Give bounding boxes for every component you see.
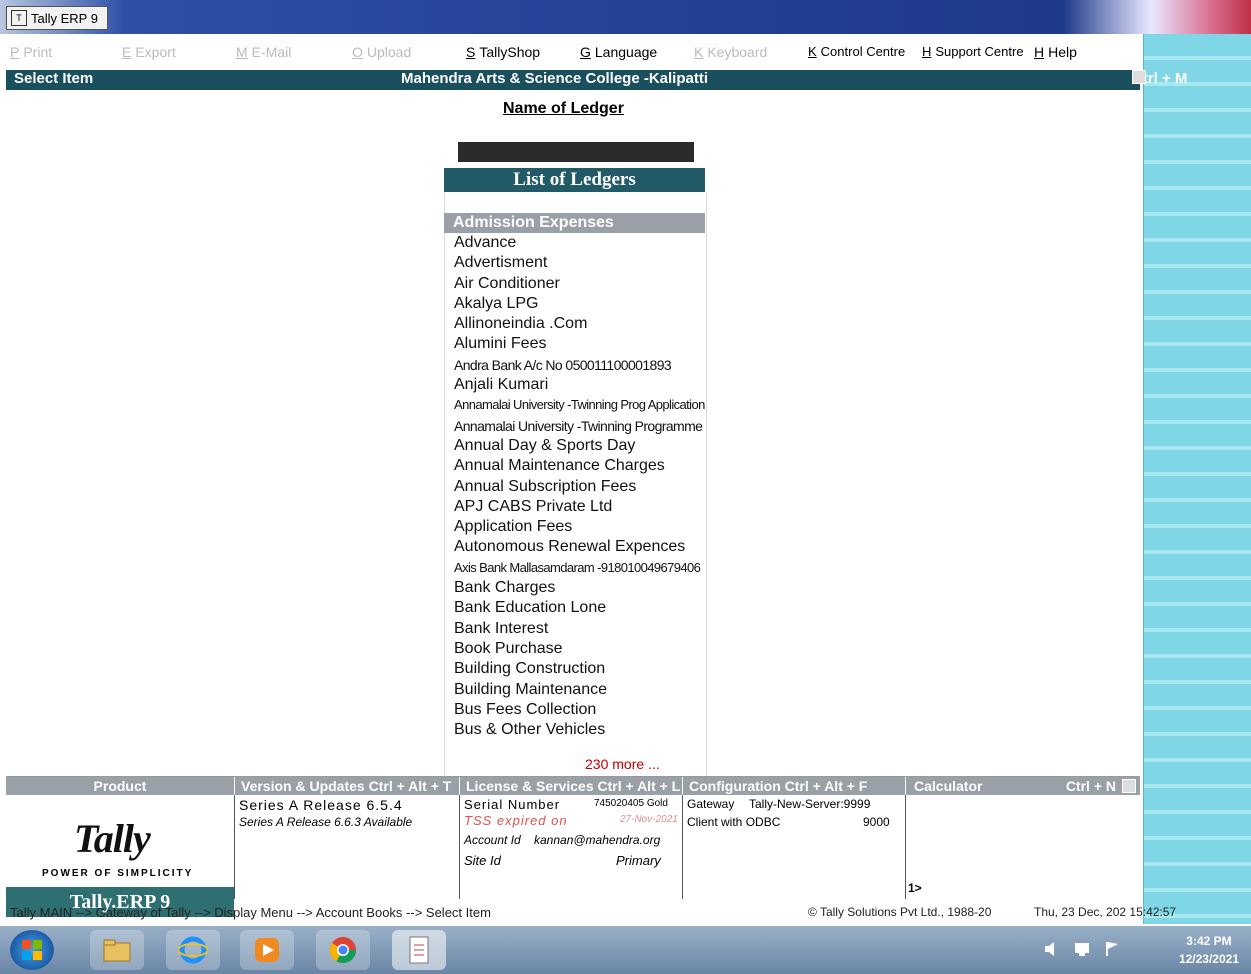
list-item[interactable]: Anjali Kumari xyxy=(454,375,705,395)
copyright-text: © Tally Solutions Pvt Ltd., 1988-20 xyxy=(808,905,992,919)
odbc-value: 9000 xyxy=(863,815,890,829)
list-item[interactable]: Bank Charges xyxy=(454,578,705,598)
calculator-section[interactable]: 1> xyxy=(906,795,1140,899)
available-release[interactable]: Series A Release 6.6.3 Available xyxy=(239,815,412,829)
list-item[interactable]: Annual Subscription Fees xyxy=(454,477,705,497)
window-title-text: Tally ERP 9 xyxy=(31,10,98,26)
file-explorer-icon[interactable] xyxy=(90,930,144,970)
breadcrumb: Tally MAIN --> Gateway of Tally --> Disp… xyxy=(10,905,491,920)
top-menu-bar: P Print E Export M E-Mail O Upload S TallySho… xyxy=(0,38,1140,68)
menu-help[interactable]: H Help xyxy=(1034,44,1077,60)
list-item[interactable]: Allinoneindia .Com xyxy=(454,314,705,334)
minimize-icon[interactable] xyxy=(1132,70,1146,84)
tally-tagline: POWER OF SIMPLICITY xyxy=(42,868,194,879)
tss-label: TSS expired on xyxy=(464,813,568,828)
menu-email[interactable]: M E-Mail xyxy=(236,44,291,60)
media-player-icon[interactable] xyxy=(240,930,294,970)
ledger-list-selected-item[interactable]: Admission Expenses xyxy=(444,213,705,233)
window-title: T Tally ERP 9 xyxy=(6,6,108,30)
minimize-icon[interactable] xyxy=(1122,779,1136,793)
taskbar-clock[interactable]: 3:42 PM 12/23/2021 xyxy=(1179,932,1239,968)
list-item[interactable]: Building Maintenance xyxy=(454,680,705,700)
info-panel: Product Tally POWER OF SIMPLICITY Tally.… xyxy=(6,776,1140,917)
license-header[interactable]: License & Services Ctrl + Alt + L xyxy=(460,777,682,795)
taskbar-time: 3:42 PM xyxy=(1186,934,1232,948)
list-item[interactable]: Advance xyxy=(454,233,705,253)
ledger-field-label: Name of Ledger xyxy=(503,100,624,117)
list-item[interactable]: APJ CABS Private Ltd xyxy=(454,497,705,517)
more-items-link[interactable]: 230 more ... xyxy=(585,756,660,772)
list-item[interactable]: Autonomous Renewal Expences xyxy=(454,537,705,557)
menu-print[interactable]: P Print xyxy=(10,44,52,60)
list-item[interactable]: Application Fees xyxy=(454,517,705,537)
menu-export[interactable]: E Export xyxy=(122,44,176,60)
company-name: Mahendra Arts & Science College -Kalipat… xyxy=(401,70,709,87)
gateway-value: Tally-New-Server:9999 xyxy=(749,797,871,811)
status-bar: Tally MAIN --> Gateway of Tally --> Disp… xyxy=(0,902,1251,924)
tally-logo: Tally xyxy=(74,816,151,861)
site-label: Site Id xyxy=(464,853,501,868)
chrome-icon[interactable] xyxy=(316,930,370,970)
account-value: kannan@mahendra.org xyxy=(534,833,661,847)
list-item[interactable]: Annual Day & Sports Day xyxy=(454,436,705,456)
serial-value: 745020405 Gold xyxy=(594,798,668,809)
product-section: Tally POWER OF SIMPLICITY Tally.ERP 9 xyxy=(6,795,235,917)
list-item[interactable]: Building Construction xyxy=(454,659,705,679)
gateway-label: Gateway xyxy=(687,797,735,811)
list-item[interactable]: Alumini Fees xyxy=(454,334,705,354)
list-item[interactable]: Axis Bank Mallasamdaram -918010049679406 xyxy=(454,558,705,578)
screen-header-bar: Select Item Mahendra Arts & Science Coll… xyxy=(6,70,1187,90)
calculator-header[interactable]: Calculator Ctrl + N xyxy=(906,777,1140,795)
system-tray xyxy=(1043,940,1121,958)
list-item[interactable]: Annual Maintenance Charges xyxy=(454,456,705,476)
current-release: Series A Release 6.5.4 xyxy=(239,797,403,813)
list-item[interactable]: Bank Education Lone xyxy=(454,598,705,618)
window-title-bar: T Tally ERP 9 xyxy=(0,0,1251,34)
button-bar-panel xyxy=(1143,34,1251,924)
app-icon[interactable]: T xyxy=(11,10,27,26)
calculator-prompt: 1> xyxy=(908,881,922,895)
list-item[interactable]: Advertisment xyxy=(454,253,705,273)
license-section: Serial Number 745020405 Gold TSS expired… xyxy=(460,795,683,899)
screen-title: Select Item xyxy=(14,70,94,87)
start-button-icon[interactable] xyxy=(10,930,54,970)
ledger-list: Advance Advertisment Air Conditioner Aka… xyxy=(454,233,705,740)
configuration-header[interactable]: Configuration Ctrl + Alt + F xyxy=(683,777,905,795)
menu-keyboard[interactable]: K Keyboard xyxy=(694,44,767,60)
list-item[interactable]: Bus & Other Vehicles xyxy=(454,720,705,740)
account-label: Account Id xyxy=(464,833,521,847)
list-item[interactable]: Annamalai University -Twinning Prog Appl… xyxy=(454,395,705,415)
menu-tallyshop[interactable]: S TallyShop xyxy=(466,44,540,60)
internet-explorer-icon[interactable] xyxy=(166,930,220,970)
taskbar-date: 12/23/2021 xyxy=(1178,952,1239,966)
configuration-section: Gateway Tally-New-Server:9999 Client wit… xyxy=(683,795,906,899)
menu-support-centre[interactable]: H Support Centre xyxy=(922,44,1024,59)
list-item[interactable]: Bus Fees Collection xyxy=(454,700,705,720)
menu-language[interactable]: G Language xyxy=(580,44,657,60)
list-item[interactable]: Bank Interest xyxy=(454,619,705,639)
network-icon[interactable] xyxy=(1073,940,1091,958)
tss-value: 27-Nov-2021 xyxy=(620,814,678,825)
tally-taskbar-icon[interactable] xyxy=(392,930,446,970)
list-item[interactable]: Book Purchase xyxy=(454,639,705,659)
list-item[interactable]: Air Conditioner xyxy=(454,274,705,294)
windows-taskbar: 3:42 PM 12/23/2021 xyxy=(0,926,1251,974)
volume-icon[interactable] xyxy=(1043,940,1061,958)
serial-label: Serial Number xyxy=(464,797,561,812)
site-value: Primary xyxy=(616,853,661,868)
product-header: Product xyxy=(6,777,234,795)
ledger-list-title: List of Ledgers xyxy=(444,168,705,192)
menu-upload[interactable]: O Upload xyxy=(352,44,411,60)
version-section: Series A Release 6.5.4 Series A Release … xyxy=(235,795,460,899)
action-center-flag-icon[interactable] xyxy=(1103,940,1121,958)
status-datetime: Thu, 23 Dec, 202 15:42:57 xyxy=(1034,905,1177,919)
version-header[interactable]: Version & Updates Ctrl + Alt + T xyxy=(235,777,459,795)
list-item[interactable]: Andra Bank A/c No 050011100001893 xyxy=(454,355,705,375)
menu-control-centre[interactable]: K Control Centre xyxy=(808,44,905,59)
odbc-label: Client with ODBC xyxy=(687,815,781,829)
ledger-name-input[interactable] xyxy=(458,142,694,162)
list-item[interactable]: Annamalai University -Twinning Programme xyxy=(454,416,705,436)
list-item[interactable]: Akalya LPG xyxy=(454,294,705,314)
